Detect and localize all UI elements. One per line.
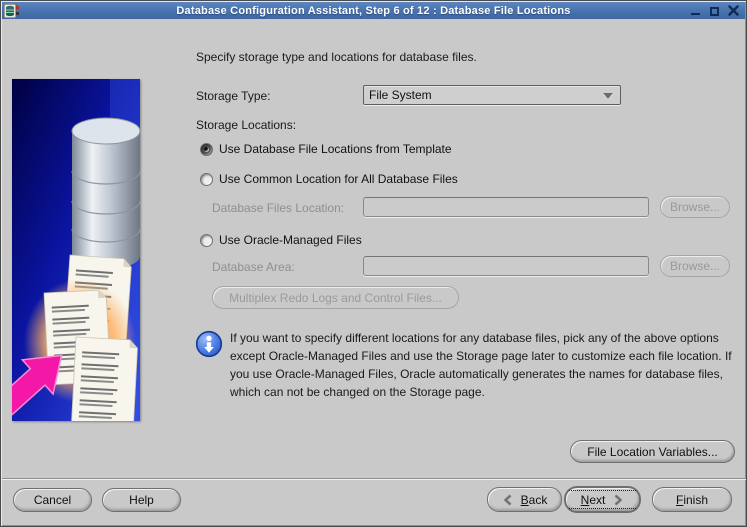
chevron-down-icon: [603, 93, 613, 99]
maximize-icon: [710, 7, 719, 16]
back-button[interactable]: Back: [487, 487, 562, 512]
finish-button[interactable]: Finish: [652, 487, 732, 512]
cancel-label: Cancel: [33, 493, 72, 507]
storage-type-dropdown[interactable]: File System: [363, 85, 621, 105]
titlebar[interactable]: Database Configuration Assistant, Step 6…: [2, 2, 745, 19]
footer-separator: [2, 478, 746, 480]
window-title: Database Configuration Assistant, Step 6…: [176, 4, 571, 17]
browse-db-area-label: Browse...: [669, 259, 720, 273]
chevron-right-icon: [614, 493, 623, 506]
multiplex-redo-logs-label: Multiplex Redo Logs and Control Files...: [229, 290, 442, 305]
database-cylinder: [71, 117, 140, 269]
help-button[interactable]: Help: [102, 488, 181, 512]
storage-type-value: File System: [369, 88, 432, 102]
db-files-location-label: Database Files Location:: [212, 201, 345, 215]
info-message: If you want to specify different locatio…: [230, 331, 732, 399]
finish-label: Finish: [675, 492, 709, 507]
db-files-location-input: [363, 197, 649, 217]
minimize-icon: [691, 12, 700, 15]
info-icon: [195, 330, 223, 358]
browse-db-area-button: Browse...: [660, 255, 730, 277]
help-label: Help: [129, 493, 154, 507]
chevron-left-icon: [503, 493, 512, 506]
minimize-button[interactable]: [689, 4, 702, 17]
radio-button-icon: [200, 142, 213, 156]
db-area-label: Database Area:: [212, 260, 295, 274]
back-label: Back: [520, 492, 548, 507]
dbca-app-icon: [4, 3, 19, 18]
maximize-button[interactable]: [708, 4, 721, 17]
radio-common-location[interactable]: Use Common Location for All Database Fil…: [200, 172, 458, 186]
radio-use-template-label: Use Database File Locations from Templat…: [219, 142, 452, 156]
close-button[interactable]: [727, 4, 740, 17]
dbca-wizard-window: Database Configuration Assistant, Step 6…: [0, 0, 747, 527]
radio-button-icon: [200, 172, 213, 186]
cancel-button[interactable]: Cancel: [13, 488, 92, 512]
radio-use-template[interactable]: Use Database File Locations from Templat…: [200, 142, 452, 156]
radio-oracle-managed-files-label: Use Oracle-Managed Files: [219, 233, 362, 247]
close-icon: [728, 5, 739, 16]
radio-button-icon: [200, 233, 213, 247]
file-location-variables-button[interactable]: File Location Variables...: [570, 440, 735, 463]
radio-oracle-managed-files[interactable]: Use Oracle-Managed Files: [200, 233, 362, 247]
storage-locations-label: Storage Locations:: [196, 118, 297, 132]
next-button[interactable]: Next: [565, 487, 640, 512]
file-location-variables-label: File Location Variables...: [587, 444, 718, 459]
wizard-artwork: [12, 79, 140, 421]
instruction-text: Specify storage type and locations for d…: [196, 50, 477, 64]
multiplex-redo-logs-button: Multiplex Redo Logs and Control Files...: [212, 286, 459, 309]
radio-common-location-label: Use Common Location for All Database Fil…: [219, 172, 458, 186]
db-area-input: [363, 256, 649, 276]
browse-db-files-button: Browse...: [660, 196, 730, 218]
browse-db-files-label: Browse...: [669, 200, 720, 214]
next-label: Next: [580, 492, 606, 507]
storage-type-label: Storage Type:: [196, 89, 271, 103]
